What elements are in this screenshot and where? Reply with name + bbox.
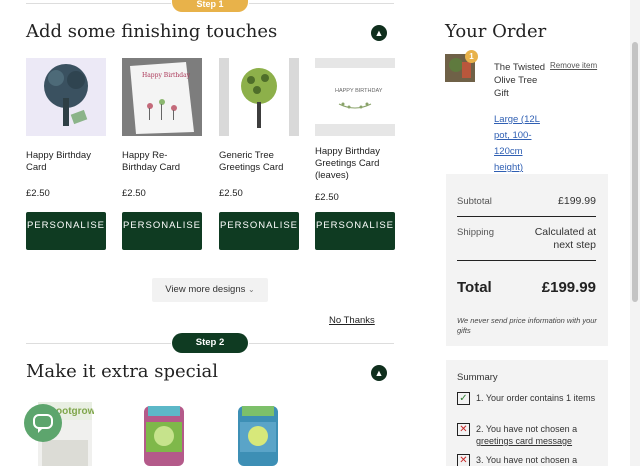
quantity-badge: 1 (465, 50, 478, 63)
card-name: Generic Tree Greetings Card (219, 150, 284, 173)
card-name: Happy Re-Birthday Card (122, 150, 181, 173)
card-image[interactable] (26, 58, 106, 136)
card-image[interactable]: Happy Birthday (122, 58, 202, 136)
greetings-card-message-link[interactable]: greetings card message (476, 436, 572, 446)
summary-item-text: 2. You have not chosen a greetings card … (476, 423, 604, 447)
card-price: £2.50 (122, 188, 146, 199)
summary-box: Summary ✓ 1. Your order contains 1 items… (446, 360, 608, 466)
card-image[interactable]: HAPPY BIRTHDAY (315, 58, 395, 136)
personalise-button[interactable]: PERSONALISE (315, 212, 395, 250)
divider (457, 260, 596, 261)
check-icon: ✓ (457, 392, 470, 405)
summary-item: ✕ 3. You have not chosen a (457, 454, 602, 466)
product-image[interactable] (136, 400, 192, 466)
order-item-variant[interactable]: Large (12L pot, 100-120cm height) (494, 112, 550, 176)
card-art-text: HAPPY BIRTHDAY (335, 88, 383, 94)
card-item: Happy Birthday Card £2.50 PERSONALISE (26, 58, 106, 250)
personalise-button[interactable]: PERSONALISE (122, 212, 202, 250)
summary-item: ✕ 2. You have not chosen a greetings car… (457, 423, 602, 447)
scrollbar-thumb[interactable] (632, 42, 638, 302)
card-price: £2.50 (26, 188, 50, 199)
chevron-down-icon: ⌄ (248, 285, 255, 294)
personalise-button[interactable]: PERSONALISE (219, 212, 299, 250)
card-item: HAPPY BIRTHDAY Happy Birthday Greetings … (315, 58, 395, 250)
personalise-button[interactable]: PERSONALISE (26, 212, 106, 250)
price-note: We never send price information with you… (457, 316, 597, 335)
subtotal-value: £199.99 (558, 195, 596, 207)
card-art-text: Happy Birthday (142, 72, 191, 79)
card-name: Happy Birthday Card (26, 150, 91, 173)
step-2-pill: Step 2 (172, 333, 248, 353)
card-name: Happy Birthday Greetings Card (leaves) (315, 146, 380, 181)
cross-icon: ✕ (457, 423, 470, 436)
total-value: £199.99 (541, 279, 596, 296)
chat-button[interactable] (24, 404, 62, 442)
card-price: £2.50 (315, 192, 339, 203)
collapse-section-button[interactable]: ▲ (371, 25, 387, 41)
collapse-section-button[interactable]: ▲ (371, 365, 387, 381)
cross-icon: ✕ (457, 454, 470, 466)
finishing-touches-title: Add some finishing touches (26, 21, 278, 42)
total-label: Total (457, 279, 492, 296)
step-1-pill: Step 1 (172, 0, 248, 12)
scrollbar[interactable] (630, 0, 640, 466)
chevron-up-icon: ▲ (374, 368, 384, 378)
your-order-title: Your Order (445, 21, 547, 42)
chevron-up-icon: ▲ (374, 28, 384, 38)
divider (457, 216, 596, 217)
step-divider (249, 343, 394, 344)
order-item-name: The Twisted Olive Tree Gift (494, 62, 546, 99)
view-more-label: View more designs (165, 284, 246, 295)
summary-item-prefix: 2. You have not chosen a (476, 424, 578, 434)
card-image[interactable] (219, 58, 299, 136)
step-divider (26, 343, 171, 344)
extra-special-title: Make it extra special (26, 361, 218, 382)
summary-item-text: 3. You have not chosen a (476, 455, 578, 465)
summary-item: ✓ 1. Your order contains 1 items (457, 392, 602, 416)
order-totals-box: Subtotal £199.99 Shipping Calculated at … (446, 174, 608, 346)
chat-icon (33, 414, 53, 433)
product-image[interactable] (230, 400, 286, 466)
summary-item-text: 1. Your order contains 1 items (476, 393, 596, 403)
remove-item-link[interactable]: Remove item (550, 61, 597, 70)
no-thanks-link[interactable]: No Thanks (329, 315, 375, 326)
card-price: £2.50 (219, 188, 243, 199)
card-item: Happy Birthday Happy Re-Birthday Card £2… (122, 58, 202, 250)
step-divider (26, 3, 171, 4)
card-item: Generic Tree Greetings Card £2.50 PERSON… (219, 58, 299, 250)
summary-title: Summary (457, 372, 498, 383)
shipping-value: Calculated at next step (534, 226, 596, 251)
view-more-designs-button[interactable]: View more designs ⌄ (152, 278, 268, 302)
step-divider (249, 3, 394, 4)
